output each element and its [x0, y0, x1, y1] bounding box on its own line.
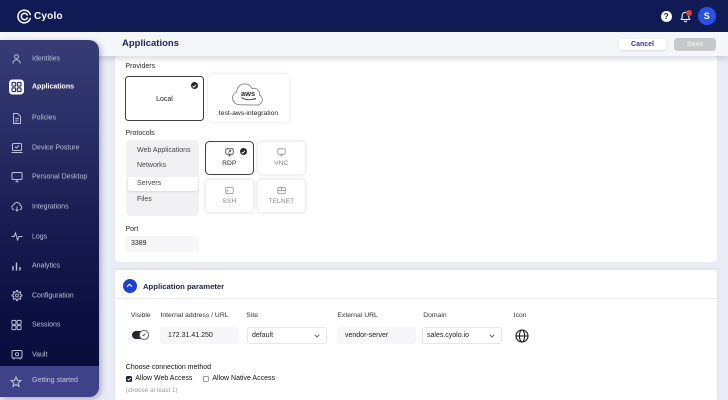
- svg-text:aws: aws: [241, 89, 255, 98]
